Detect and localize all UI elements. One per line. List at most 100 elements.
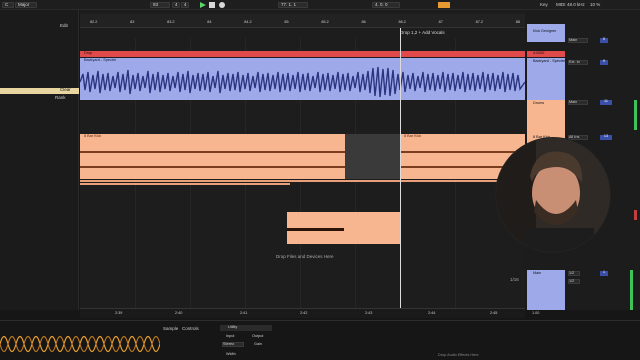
sample-rate-label: 48.0 kHz [567,2,585,7]
input-label: Input [226,334,235,338]
drop-clip[interactable]: Drop [80,51,525,57]
track-number[interactable]: 13 [600,134,612,140]
loop-length-field[interactable]: 4. 0. 0 [372,2,400,8]
track-number-value: 13 [603,134,609,138]
output-routing-drums[interactable]: Main [568,100,588,105]
audio-clip-label: Backyard - Spectre [84,58,117,62]
browser-panel: Edit Clear Rank [0,10,79,310]
track-color-backyard[interactable]: Backyard - Spectre [527,58,565,100]
output-routing-main[interactable]: 1/2 [568,271,580,276]
lane-strip [80,183,290,185]
zoom-readout[interactable]: 1.00 [532,311,539,316]
browser-clear-button[interactable]: Clear [60,87,71,93]
io-label: 1/2 [569,279,575,283]
drop-effects-hint: Drop Audio Effects Here [438,353,479,357]
input-routing-backyard[interactable]: Ext. In [568,60,588,65]
track-number-value: 1 [602,270,606,274]
bar-label: 87.2 [475,20,484,24]
utility-label: Utility [228,325,238,329]
transport-bar: C Major 93 4 4 77. 1. 1 4. 0. 0 Key MIDI… [0,0,640,10]
kick-clip[interactable]: 8 Bar Kick [80,134,345,179]
track-number-value: 9 [602,59,606,63]
webcam-overlay [495,137,611,253]
track-number[interactable]: 1 [600,270,608,276]
record-icon[interactable] [219,2,225,8]
time-label: 2:39 [115,311,123,315]
bar-label: 84 [207,20,212,24]
kick-clip-2-label: 8 Bar Kick [404,134,422,138]
stop-icon[interactable] [209,2,215,8]
browser-edit-button[interactable]: Edit [60,23,68,29]
bar-label: 88 [515,20,520,24]
tempo-field[interactable]: 93 [150,2,170,8]
cpu-label: 10 % [590,2,601,7]
playhead[interactable] [400,28,401,310]
stereo-label: Stereo [223,342,235,346]
bar-label: 86.2 [398,20,406,24]
controls-tab[interactable]: Controls [182,326,199,332]
bar-label: 87 [438,20,443,24]
bar-label: 83.2 [167,20,175,24]
io-label: 1/2 [569,271,575,275]
time-label: 2:43 [365,311,373,315]
kick-clip-notes [80,166,345,168]
grid-resolution[interactable]: 1/16 [510,277,519,283]
track-color-midi[interactable]: 4-MIDI [527,51,565,57]
time-label: 2:41 [240,311,248,315]
scale-root-select[interactable]: C [2,2,14,8]
ableton-live-window: C Major 93 4 4 77. 1. 1 4. 0. 0 Key MIDI… [0,0,640,360]
fill-clip-notes [287,228,344,231]
kick-clip-notes [400,151,525,153]
locator-label[interactable]: Drop 1,2 + Add Vocals [400,30,445,36]
track-color-kick-designer[interactable]: Kick Designer [527,24,565,42]
time-ruler[interactable]: 2:39 2:40 2:41 2:42 2:43 2:44 2:45 [80,308,525,318]
beat-ruler[interactable]: 82.2 83 83.2 84 84.2 85 85.2 86 86.2 87 … [80,14,525,28]
bar-label: 85.2 [321,20,329,24]
track-name: Kick Designer [533,29,557,33]
io-label: All Ins [569,135,580,139]
track-number[interactable]: 11 [600,99,612,105]
width-label: Width [226,352,236,356]
audio-clip[interactable]: Backyard - Spectre [80,58,525,100]
bar-labels: 82.2 83 83.2 84 84.2 85 85.2 86 86.2 87 … [90,20,520,25]
utility-device-header[interactable]: Utility [220,325,272,331]
empty-clip-slot[interactable] [345,134,400,179]
track-number-value: 11 [604,99,608,103]
output-routing-kick[interactable]: Main [568,38,588,43]
loop-length-value: 4. 0. 0 [375,1,388,7]
time-label: 2:40 [175,311,183,315]
track-name: Backyard - Spectre [533,59,566,63]
position-field[interactable]: 77. 1. 1 [278,2,308,8]
sample-tab[interactable]: Sample [163,326,178,332]
loop-toggle[interactable] [438,2,450,8]
track-number[interactable]: 5 [600,37,608,43]
tempo-value: 93 [153,1,159,7]
lane-strip [80,180,525,182]
time-label: 2:44 [428,311,436,315]
midi-map-label[interactable]: MIDI [556,2,566,8]
kick-clip-label: 8 Bar Kick [84,134,102,138]
kick-clip-notes [80,151,345,153]
sig-num-field[interactable]: 4 [172,2,180,8]
io-label: Main [569,100,578,104]
stereo-mode-select[interactable]: Stereo [222,342,244,347]
sample-waveform[interactable] [0,327,160,360]
presenter-portrait [496,138,610,252]
track-name: 4-MIDI [533,51,545,55]
sig-den-field[interactable]: 4 [181,2,189,8]
scale-select[interactable]: Major [15,2,37,8]
play-icon[interactable] [200,2,206,8]
track-number[interactable]: 9 [600,59,608,65]
fill-clip[interactable] [287,212,400,244]
main-output-routing[interactable]: 1/2 [568,279,580,284]
drop-clip-label: Drop [84,51,93,55]
bar-label: 85 [284,20,289,24]
audio-waveform [80,66,525,98]
bar-label: 84.2 [244,20,252,24]
browser-rank-button[interactable]: Rank [55,95,66,101]
time-label: 2:42 [300,311,308,315]
detail-view: Sample Controls Utility Input Output Ste… [0,320,640,360]
track-color-main[interactable]: Main [527,270,565,310]
key-map-label[interactable]: Key [540,2,548,8]
track-color-drums[interactable]: Drums [527,100,565,134]
